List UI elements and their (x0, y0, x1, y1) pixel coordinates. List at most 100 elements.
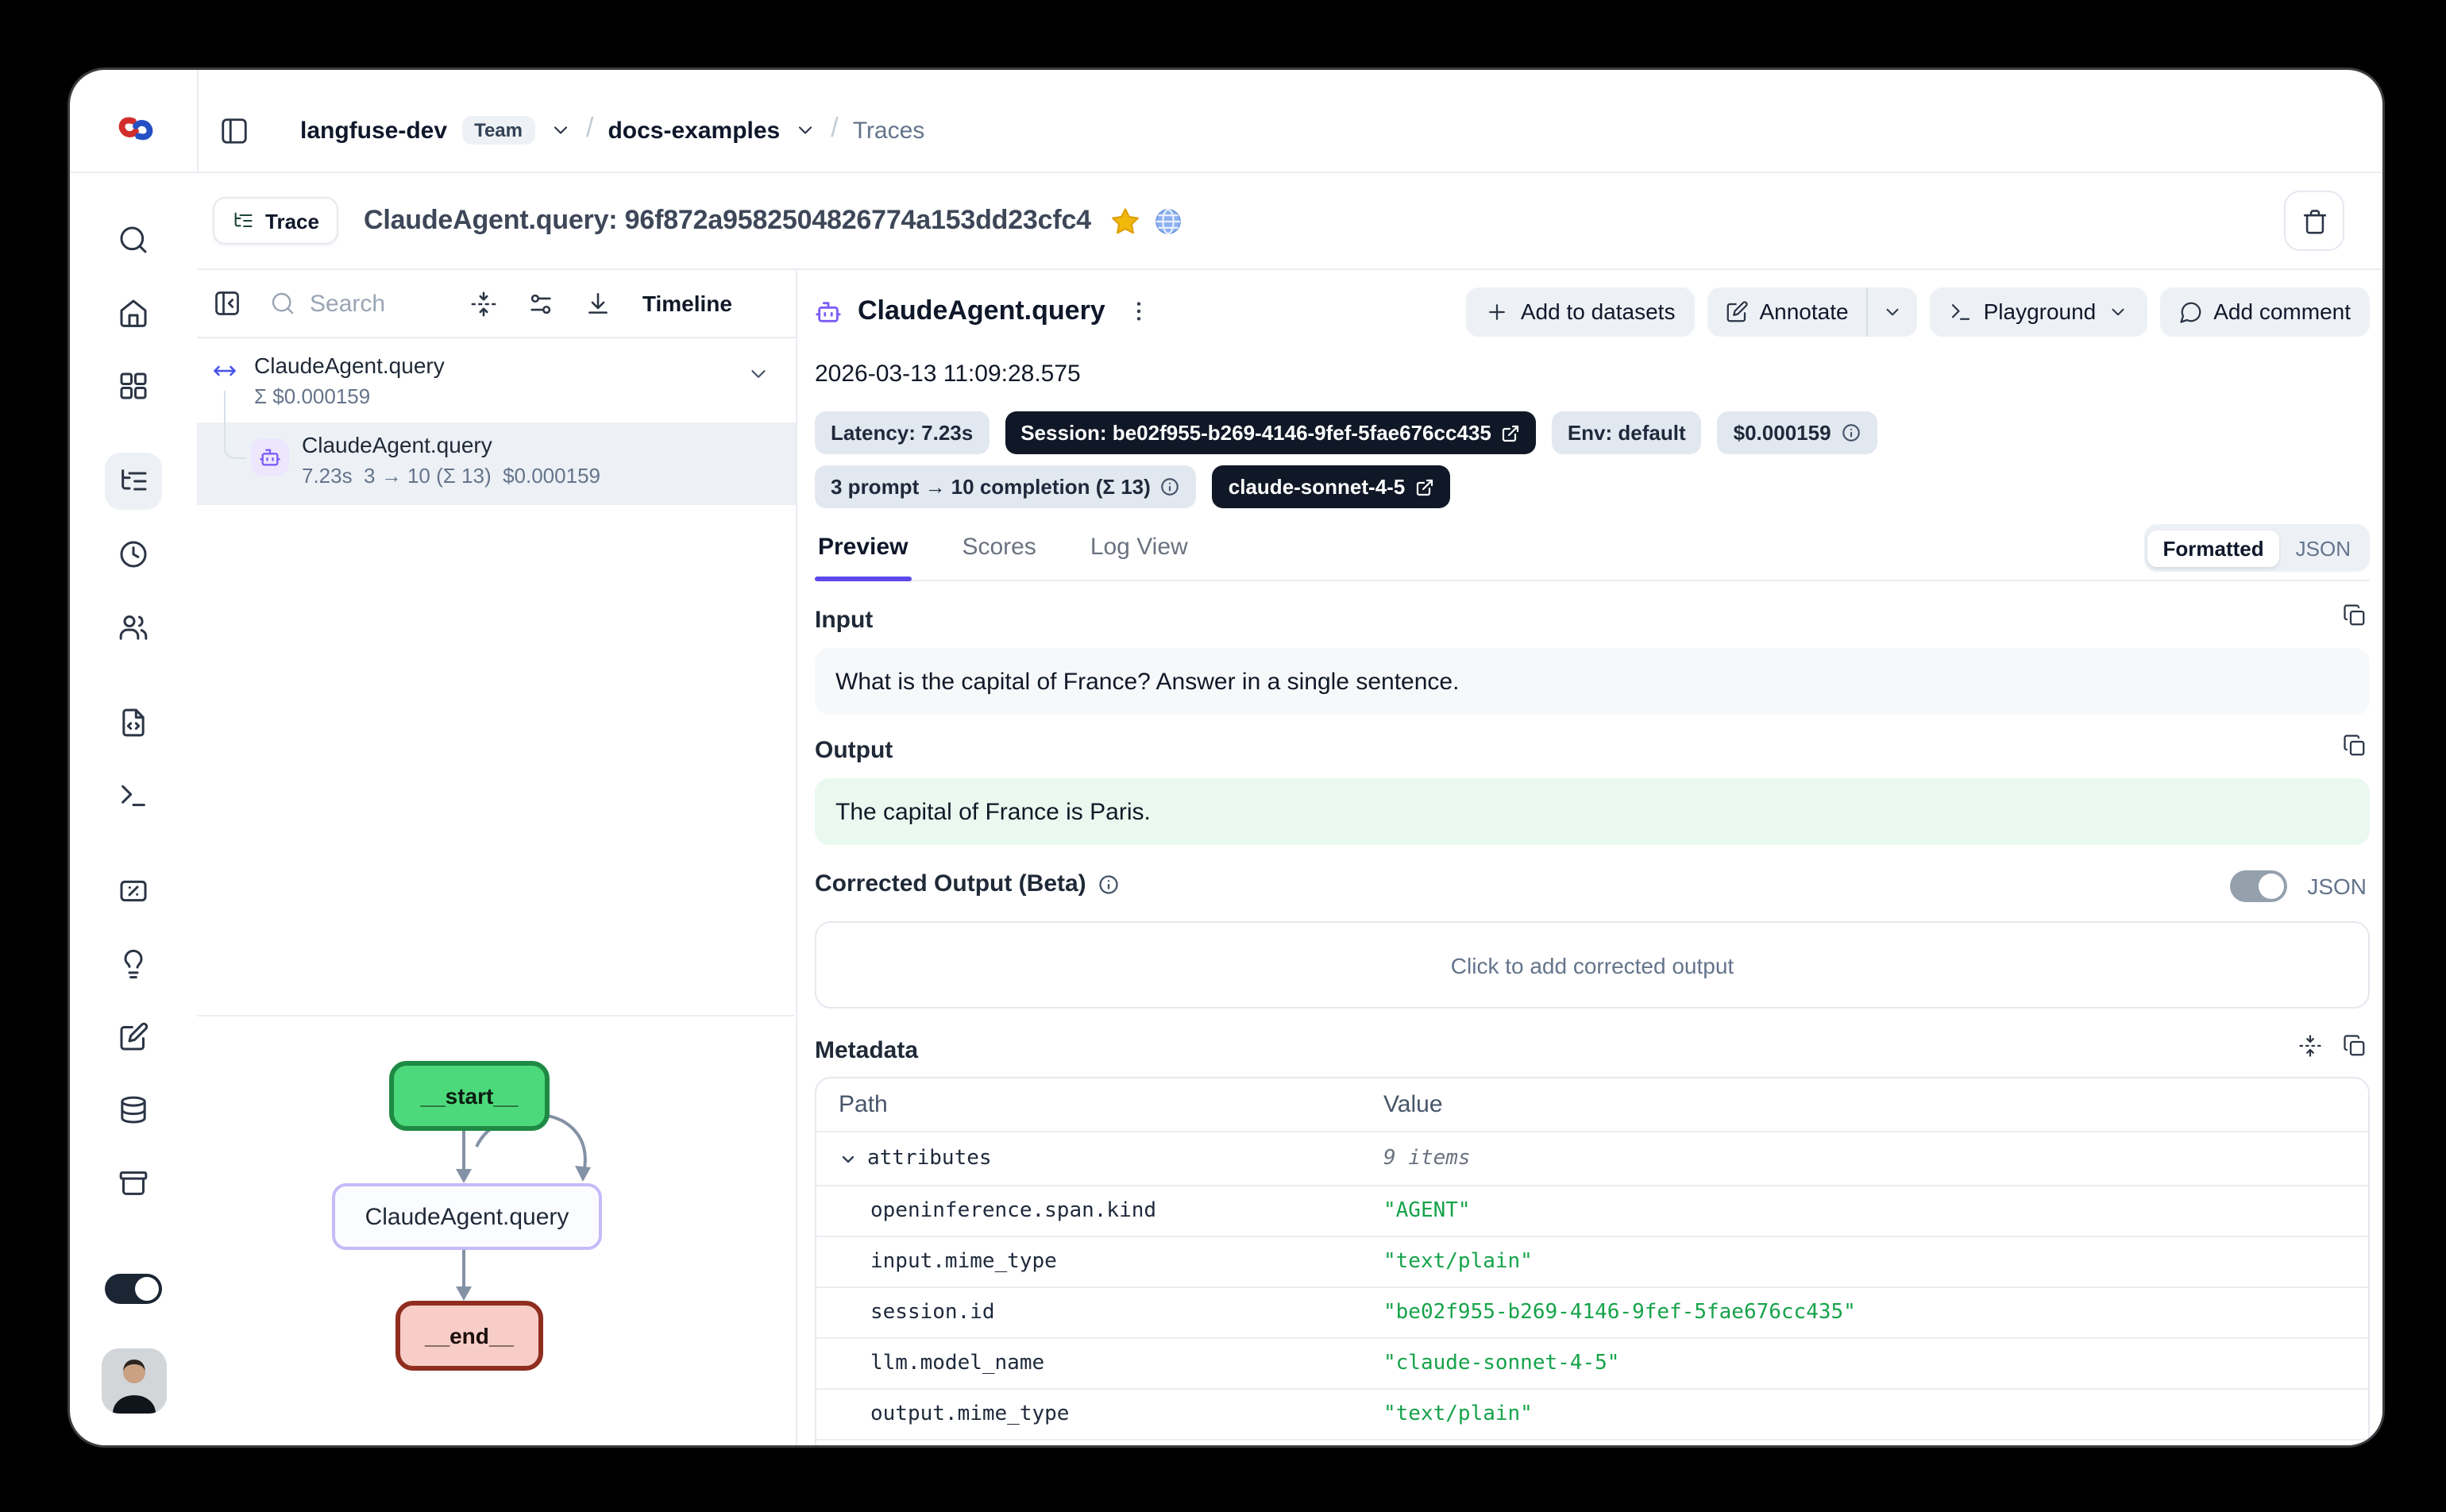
session-badge[interactable]: Session: be02f955-b269-4146-9fef-5fae676… (1005, 411, 1536, 454)
corrected-json-toggle[interactable] (2229, 870, 2286, 902)
user-avatar[interactable] (101, 1348, 166, 1414)
sidebar-item-dashboards[interactable] (105, 357, 162, 415)
breadcrumb-separator: / (586, 113, 593, 145)
chevron-down-icon[interactable] (747, 362, 770, 386)
avatar-image (101, 1348, 166, 1414)
app-window: langfuse-dev Team / docs-examples / Trac… (70, 70, 2382, 1445)
playground-button[interactable]: Playground (1930, 287, 2147, 336)
trash-icon (2301, 207, 2328, 234)
clock-icon (118, 538, 149, 570)
sidebar-toggle-icon[interactable] (219, 115, 249, 145)
tab-log-view[interactable]: Log View (1087, 534, 1191, 580)
list-tree-icon (118, 465, 149, 497)
cost-badge: $0.000159 (1718, 411, 1877, 454)
metadata-key: openinference.span.kind (816, 1199, 1383, 1223)
theme-toggle[interactable] (105, 1274, 162, 1304)
chevron-down-icon[interactable] (794, 119, 816, 141)
format-toggle: Formatted JSON (2144, 524, 2370, 572)
add-to-datasets-label: Add to datasets (1521, 299, 1676, 324)
sidebar-item-insights[interactable] (105, 935, 162, 993)
format-json-option[interactable]: JSON (2280, 530, 2367, 566)
collapse-panel-icon[interactable] (213, 289, 241, 318)
sidebar-item-tracing[interactable] (105, 453, 162, 510)
format-formatted-option[interactable]: Formatted (2147, 530, 2280, 566)
bot-icon (259, 446, 281, 469)
sidebar-item-models[interactable] (105, 1155, 162, 1212)
corrected-output-label-row: Corrected Output (Beta) (815, 870, 1120, 897)
settings-sliders-icon[interactable] (528, 290, 555, 317)
users-icon (118, 611, 149, 643)
timeline-toggle-label[interactable]: Timeline (642, 291, 732, 316)
copy-icon (2343, 1034, 2367, 1058)
more-menu-button[interactable] (1121, 294, 1156, 329)
copy-output-button[interactable] (2343, 734, 2367, 758)
add-comment-button[interactable]: Add comment (2159, 287, 2370, 336)
sidebar-item-annotation[interactable] (105, 1009, 162, 1066)
percent-card-icon (118, 875, 149, 907)
sidebar-item-home[interactable] (105, 284, 162, 341)
token-usage-badge: 3 prompt → 10 completion (Σ 13) (815, 465, 1197, 508)
external-link-icon (1414, 477, 1433, 496)
graph-node-end[interactable]: __end__ (395, 1301, 543, 1371)
detail-tabs: Preview Scores Log View Formatted JSON (815, 516, 2370, 581)
fold-vertical-icon (2298, 1034, 2322, 1058)
annotate-dropdown-button[interactable] (1868, 287, 1917, 336)
tree-search[interactable]: Search (270, 290, 385, 317)
breadcrumb: langfuse-dev Team / docs-examples / Trac… (219, 114, 924, 146)
metadata-key: input.mime_type (816, 1250, 1383, 1274)
sidebar-item-users[interactable] (105, 599, 162, 656)
badges-row-2: 3 prompt → 10 completion (Σ 13) claude-s… (815, 465, 1449, 508)
tree-child-row[interactable]: ClaudeAgent.query (302, 432, 492, 457)
graph-node-start[interactable]: __start__ (389, 1061, 550, 1131)
more-vertical-icon (1126, 299, 1152, 324)
search-icon (118, 224, 149, 256)
public-globe-icon[interactable] (1153, 206, 1183, 236)
metadata-key: session.id (816, 1301, 1383, 1325)
env-badge: Env: default (1552, 411, 1702, 454)
detail-title: ClaudeAgent.query (858, 295, 1105, 327)
tab-preview[interactable]: Preview (815, 534, 911, 580)
sidebar-item-evaluators[interactable] (105, 862, 162, 920)
chevron-down-icon (1882, 301, 1903, 322)
metadata-row: openinference.span.kind "AGENT" (816, 1186, 2368, 1237)
observation-detail-panel: ClaudeAgent.query Add to datasets Annota… (799, 270, 2382, 1445)
chevron-down-icon (2107, 301, 2128, 322)
breadcrumb-org[interactable]: langfuse-dev (300, 117, 447, 144)
bookmark-star-icon[interactable] (1110, 206, 1140, 236)
sidebar-item-prompts[interactable] (105, 694, 162, 751)
fold-vertical-icon[interactable] (471, 290, 498, 317)
metadata-value: "be02f955-b269-4146-9fef-5fae676cc435" (1383, 1301, 2368, 1325)
trace-title: ClaudeAgent.query: 96f872a9582504826774a… (364, 205, 1091, 237)
tree-root-row[interactable]: ClaudeAgent.query (254, 353, 445, 378)
tab-scores[interactable]: Scores (959, 534, 1039, 580)
annotate-button[interactable]: Annotate (1707, 287, 1865, 336)
annotate-label: Annotate (1759, 299, 1848, 324)
metadata-table-header: Path Value (816, 1078, 2368, 1132)
copy-input-button[interactable] (2343, 604, 2367, 627)
model-badge[interactable]: claude-sonnet-4-5 (1213, 465, 1450, 508)
metadata-copy-button[interactable] (2343, 1034, 2367, 1058)
sidebar-item-playground[interactable] (105, 767, 162, 824)
corrected-output-placeholder[interactable]: Click to add corrected output (815, 921, 2370, 1009)
breadcrumb-section[interactable]: Traces (853, 117, 925, 144)
sidebar-item-datasets[interactable] (105, 1082, 162, 1139)
message-circle-icon (2178, 299, 2202, 323)
download-icon[interactable] (585, 290, 612, 317)
square-pen-icon (118, 1021, 149, 1053)
search-icon (270, 291, 295, 316)
chevron-down-icon[interactable] (550, 119, 572, 141)
agent-graph-panel: __start__ ClaudeAgent.query __end__ (197, 1015, 794, 1445)
detail-actions: Add to datasets Annotate Playground (1467, 287, 2370, 336)
graph-node-agent[interactable]: ClaudeAgent.query (332, 1183, 602, 1250)
sidebar-item-search[interactable] (105, 211, 162, 268)
metadata-row-group[interactable]: attributes 9 items (816, 1132, 2368, 1186)
metadata-collapse-button[interactable] (2298, 1034, 2322, 1058)
add-comment-label: Add comment (2213, 299, 2351, 324)
breadcrumb-project[interactable]: docs-examples (608, 117, 780, 144)
sidebar-item-sessions[interactable] (105, 526, 162, 583)
breadcrumb-separator: / (831, 113, 838, 145)
add-to-datasets-button[interactable]: Add to datasets (1467, 287, 1695, 336)
corrected-json-label: JSON (2307, 874, 2367, 899)
output-content: The capital of France is Paris. (815, 778, 2370, 845)
delete-trace-button[interactable] (2284, 191, 2344, 251)
